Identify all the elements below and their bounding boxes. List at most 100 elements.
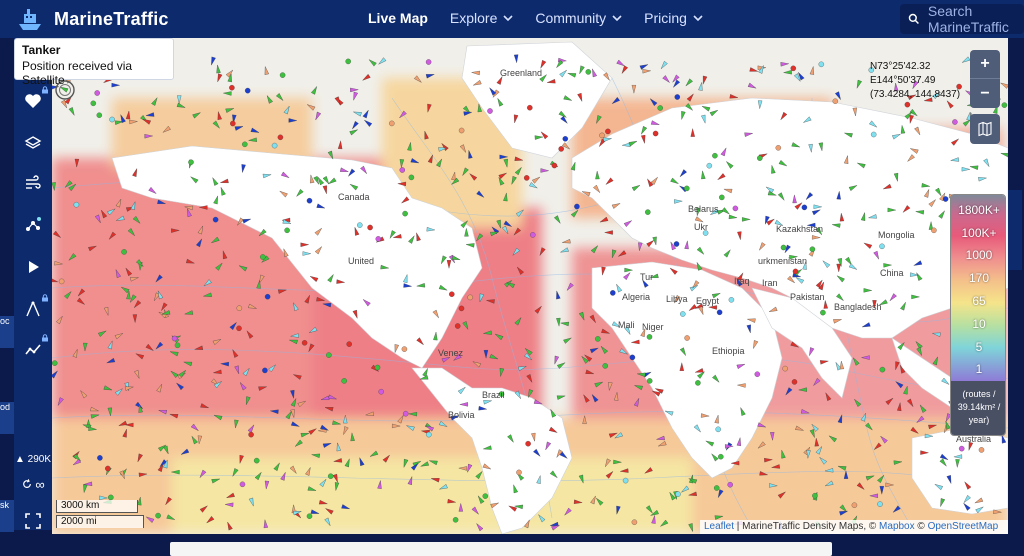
anchored-vessel-marker[interactable] xyxy=(879,366,886,373)
anchored-vessel-marker[interactable] xyxy=(174,342,181,349)
anchored-vessel-marker[interactable] xyxy=(712,152,718,159)
anchored-vessel-marker[interactable] xyxy=(728,297,735,303)
mapbox-link[interactable]: Mapbox xyxy=(879,521,915,532)
anchored-vessel-marker[interactable] xyxy=(757,155,763,161)
anchored-vessel-marker[interactable] xyxy=(402,410,409,417)
anchored-vessel-marker[interactable] xyxy=(820,309,826,316)
anchored-vessel-marker[interactable] xyxy=(629,354,636,361)
anchored-vessel-marker[interactable] xyxy=(454,323,461,329)
network-button[interactable] xyxy=(14,208,52,242)
anchored-vessel-marker[interactable] xyxy=(1001,102,1008,108)
anchored-vessel-marker[interactable] xyxy=(657,105,663,111)
anchored-vessel-marker[interactable] xyxy=(401,346,408,352)
anchored-vessel-marker[interactable] xyxy=(754,371,761,377)
anchored-vessel-marker[interactable] xyxy=(727,481,733,488)
anchored-vessel-marker[interactable] xyxy=(715,426,721,433)
anchored-vessel-marker[interactable] xyxy=(301,340,308,346)
anchored-vessel-marker[interactable] xyxy=(832,98,839,104)
anchored-vessel-marker[interactable] xyxy=(244,87,251,94)
anchored-vessel-marker[interactable] xyxy=(97,455,103,461)
map-canvas[interactable]: Greenland Canada United Belarus Ukr Kaza… xyxy=(52,38,1008,534)
anchored-vessel-marker[interactable] xyxy=(605,128,611,135)
anchored-vessel-marker[interactable] xyxy=(775,145,782,151)
anchored-vessel-marker[interactable] xyxy=(675,491,681,497)
anchored-vessel-marker[interactable] xyxy=(248,431,254,438)
playback-button[interactable] xyxy=(14,250,52,284)
favorites-button[interactable] xyxy=(14,84,52,118)
anchored-vessel-marker[interactable] xyxy=(188,159,194,165)
anchored-vessel-marker[interactable] xyxy=(530,232,536,238)
anchored-vessel-marker[interactable] xyxy=(558,146,564,152)
anchored-vessel-marker[interactable] xyxy=(271,142,278,149)
anchored-vessel-marker[interactable] xyxy=(673,241,680,247)
anchored-vessel-marker[interactable] xyxy=(458,305,465,312)
anchored-vessel-marker[interactable] xyxy=(791,379,798,385)
anchored-vessel-marker[interactable] xyxy=(646,378,653,384)
weather-button[interactable] xyxy=(14,166,52,200)
analytics-button[interactable] xyxy=(14,332,52,366)
anchored-vessel-marker[interactable] xyxy=(73,201,80,208)
anchored-vessel-marker[interactable] xyxy=(52,360,58,366)
anchored-vessel-marker[interactable] xyxy=(346,341,352,347)
anchored-vessel-marker[interactable] xyxy=(345,58,351,65)
zoom-in-button[interactable]: + xyxy=(970,50,1000,79)
anchored-vessel-marker[interactable] xyxy=(952,119,958,125)
anchored-vessel-marker[interactable] xyxy=(523,175,530,181)
zoom-out-button[interactable]: − xyxy=(970,79,1000,108)
anchored-vessel-marker[interactable] xyxy=(242,141,248,148)
anchored-vessel-marker[interactable] xyxy=(236,325,242,332)
anchored-vessel-marker[interactable] xyxy=(812,492,818,499)
anchored-vessel-marker[interactable] xyxy=(904,101,911,108)
osm-link[interactable]: OpenStreetMap xyxy=(928,521,999,532)
anchored-vessel-marker[interactable] xyxy=(109,116,115,123)
anchored-vessel-marker[interactable] xyxy=(646,334,653,340)
anchored-vessel-marker[interactable] xyxy=(978,447,985,453)
anchored-vessel-marker[interactable] xyxy=(378,388,384,395)
anchored-vessel-marker[interactable] xyxy=(801,204,808,211)
anchored-vessel-marker[interactable] xyxy=(622,477,629,484)
map-type-button[interactable] xyxy=(970,114,1000,144)
anchored-vessel-marker[interactable] xyxy=(467,294,473,301)
anchored-vessel-marker[interactable] xyxy=(389,120,395,127)
anchored-vessel-marker[interactable] xyxy=(341,378,347,384)
world-density-map[interactable]: Greenland Canada United Belarus Ukr Kaza… xyxy=(52,38,1008,534)
anchored-vessel-marker[interactable] xyxy=(631,519,638,525)
anchored-vessel-marker[interactable] xyxy=(260,254,266,260)
anchored-vessel-marker[interactable] xyxy=(958,445,965,452)
anchored-vessel-marker[interactable] xyxy=(818,61,825,68)
anchored-vessel-marker[interactable] xyxy=(306,197,313,204)
anchored-vessel-marker[interactable] xyxy=(105,465,111,472)
anchored-vessel-marker[interactable] xyxy=(782,365,788,372)
anchored-vessel-marker[interactable] xyxy=(610,290,616,296)
anchored-vessel-marker[interactable] xyxy=(942,196,949,202)
anchored-vessel-marker[interactable] xyxy=(171,335,178,342)
nav-explore[interactable]: Explore xyxy=(450,10,513,26)
anchored-vessel-marker[interactable] xyxy=(870,131,877,138)
nav-pricing[interactable]: Pricing xyxy=(644,10,703,26)
nav-live-map[interactable]: Live Map xyxy=(368,10,428,26)
brand[interactable]: MarineTraffic xyxy=(14,6,169,32)
anchored-vessel-marker[interactable] xyxy=(674,94,681,100)
anchored-vessel-marker[interactable] xyxy=(684,335,690,341)
anchored-vessel-marker[interactable] xyxy=(155,512,161,519)
anchored-vessel-marker[interactable] xyxy=(327,473,334,479)
leaflet-link[interactable]: Leaflet xyxy=(704,521,734,532)
anchored-vessel-marker[interactable] xyxy=(780,244,787,251)
anchored-vessel-marker[interactable] xyxy=(452,517,459,523)
anchored-vessel-marker[interactable] xyxy=(399,167,406,173)
anchored-vessel-marker[interactable] xyxy=(599,132,605,139)
anchored-vessel-marker[interactable] xyxy=(525,440,531,447)
anchored-vessel-marker[interactable] xyxy=(90,100,97,107)
anchored-vessel-marker[interactable] xyxy=(402,210,408,217)
anchored-vessel-marker[interactable] xyxy=(652,130,659,137)
anchored-vessel-marker[interactable] xyxy=(718,453,724,460)
anchored-vessel-marker[interactable] xyxy=(602,363,608,369)
search-input[interactable]: Search MarineTraffic xyxy=(900,3,1024,35)
anchored-vessel-marker[interactable] xyxy=(367,224,373,231)
anchored-vessel-marker[interactable] xyxy=(425,59,432,65)
anchored-vessel-marker[interactable] xyxy=(357,222,363,228)
anchored-vessel-marker[interactable] xyxy=(230,120,236,127)
anchored-vessel-marker[interactable] xyxy=(326,352,332,358)
anchored-vessel-marker[interactable] xyxy=(426,431,432,438)
anchored-vessel-marker[interactable] xyxy=(58,278,65,285)
